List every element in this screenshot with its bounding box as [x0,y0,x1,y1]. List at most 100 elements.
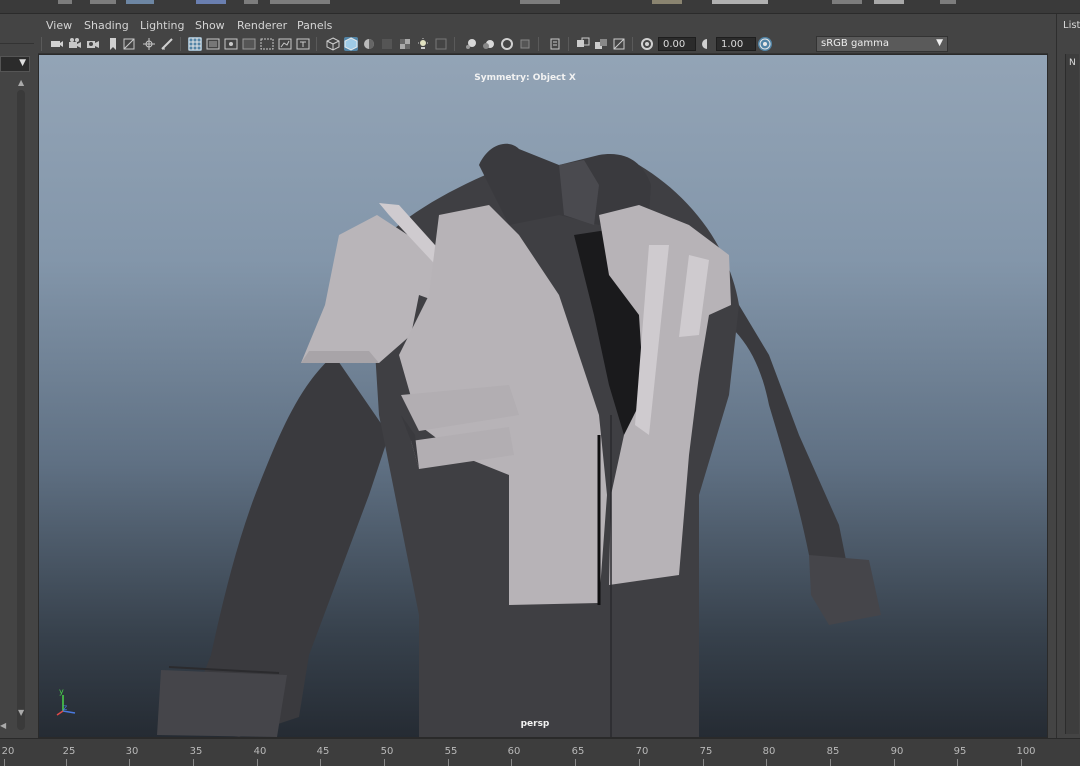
right-panel-label[interactable]: List [1063,20,1080,31]
camera-attributes-icon[interactable] [68,37,82,51]
grid-icon[interactable] [188,37,202,51]
gamma-field[interactable]: 1.00 [716,37,756,51]
timeline-tick-label: 90 [890,746,904,757]
shelf-icon[interactable] [712,0,768,4]
timeline-tick [257,759,258,766]
multisample-aa-icon[interactable] [482,37,496,51]
shelf-icon[interactable] [126,0,154,4]
timeline-tick-label: 60 [507,746,521,757]
scroll-left-icon[interactable]: ◀ [0,721,6,730]
menu-lighting[interactable]: Lighting [140,19,184,32]
timeline-tick-label: 80 [762,746,776,757]
color-space-dropdown[interactable]: sRGB gamma ▼ [816,36,948,52]
shelf-icon[interactable] [244,0,258,4]
menu-renderer[interactable]: Renderer [237,19,287,32]
scroll-down-icon[interactable]: ▼ [18,708,24,717]
axis-y-label: y [59,687,64,696]
shelf-icon[interactable] [520,0,560,4]
shelf-icon[interactable] [90,0,116,4]
left-panel-dropdown[interactable]: ▼ [0,56,30,72]
toolbar-separator [632,37,633,51]
color-management-icon[interactable] [758,37,772,51]
left-panel: ▼ ▲ ▼ ◀ [0,14,36,738]
image-plane-icon[interactable] [122,37,136,51]
toolbar-separator [454,37,455,51]
timeline-tick [66,759,67,766]
smooth-shade-icon[interactable] [344,37,358,51]
toolbar-separator [538,37,539,51]
right-panel-tab-letter[interactable]: N [1069,58,1076,68]
scroll-up-icon[interactable]: ▲ [18,78,24,87]
timeline-tick-label: 20 [1,746,15,757]
film-gate-icon[interactable] [206,37,220,51]
timeline-tick-label: 45 [316,746,330,757]
shelf-icon[interactable] [58,0,72,4]
timeline-tick [320,759,321,766]
timeline-tick-label: 40 [253,746,267,757]
camera-name-label: persp [520,719,550,729]
shelf-icon[interactable] [196,0,226,4]
backface-culling-icon[interactable] [594,37,608,51]
depth-of-field-icon[interactable] [500,37,514,51]
color-space-label: sRGB gamma [821,38,890,49]
textured-icon[interactable] [380,37,394,51]
time-slider[interactable]: 20 25 30 35 40 45 50 55 60 65 70 75 80 8… [0,738,1080,766]
shelf-icon[interactable] [652,0,682,4]
timeline-tick-label: 35 [189,746,203,757]
2d-pan-zoom-icon[interactable] [142,37,156,51]
left-panel-tab[interactable] [0,34,34,44]
grease-pencil-icon[interactable] [160,37,174,51]
timeline-tick [703,759,704,766]
timeline-tick-label: 75 [699,746,713,757]
timeline-tick-label: 95 [953,746,967,757]
left-panel-scrollbar[interactable] [17,90,25,730]
shelf-icon[interactable] [874,0,904,4]
resolution-gate-icon[interactable] [224,37,238,51]
select-camera-icon[interactable] [50,37,64,51]
exposure-field[interactable]: 0.00 [658,37,696,51]
symmetry-label: Symmetry: Object X [474,73,576,83]
timeline-tick [1021,759,1022,766]
toolbar-separator [41,37,42,51]
timeline-tick [511,759,512,766]
timeline-tick [766,759,767,766]
chevron-down-icon: ▼ [936,38,943,48]
camera-icon[interactable] [86,37,100,51]
timeline-tick-label: 55 [444,746,458,757]
menu-shading[interactable]: Shading [84,19,129,32]
safe-title-icon[interactable] [296,37,310,51]
shadows-icon[interactable] [416,37,430,51]
shelf-icon[interactable] [940,0,956,4]
menu-show[interactable]: Show [195,19,225,32]
toolbar-separator [180,37,181,51]
use-all-lights-icon[interactable] [398,37,412,51]
safe-action-icon[interactable] [278,37,292,51]
gate-mask-icon[interactable] [242,37,256,51]
xray-joints-icon[interactable] [576,37,590,51]
maya-window: ▼ ▲ ▼ ◀ List N View Shading Lighting Sho… [0,0,1080,766]
timeline-tick [4,759,5,766]
exposure-icon[interactable] [612,37,626,51]
timeline-tick [575,759,576,766]
timeline-tick [830,759,831,766]
isolate-select-icon[interactable] [518,37,532,51]
motion-blur-icon[interactable] [464,37,478,51]
field-chart-icon[interactable] [260,37,274,51]
3d-viewport[interactable]: Symmetry: Object X persp y z [38,54,1048,738]
shelf-icon[interactable] [270,0,330,4]
right-panel: List N [1056,14,1080,738]
xray-icon[interactable] [548,37,562,51]
screen-space-ao-icon[interactable] [434,37,448,51]
bookmark-icon[interactable] [106,37,120,51]
axis-z-label: z [63,703,68,712]
default-lighting-icon[interactable] [362,37,376,51]
menu-panels[interactable]: Panels [297,19,332,32]
timeline-tick-label: 65 [571,746,585,757]
half-circle-icon[interactable] [700,37,714,51]
wireframe-icon[interactable] [326,37,340,51]
timeline-tick [193,759,194,766]
menu-view[interactable]: View [46,19,72,32]
shelf-icon[interactable] [832,0,862,4]
jacket-model[interactable] [39,55,1048,738]
gamma-icon[interactable] [640,37,654,51]
